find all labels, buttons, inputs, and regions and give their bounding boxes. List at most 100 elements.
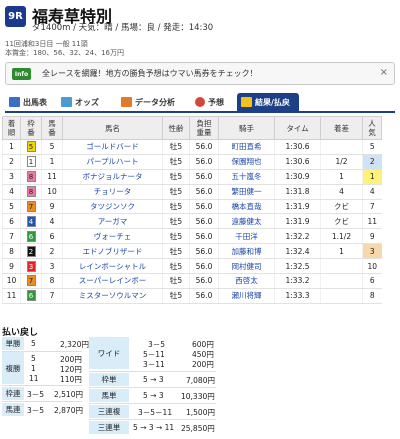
entry-list-icon xyxy=(9,97,20,107)
table-row: 3 8 11 ボナジョルナータ 牡5 56.0 五十嵐冬 1:30.9 1 1 xyxy=(2,169,382,185)
cell-name[interactable]: エドノブリザード xyxy=(62,243,163,260)
wide-amount-3: 200円 xyxy=(192,360,214,369)
cell-time: 1:32.2 xyxy=(274,228,321,245)
table-row: 9 3 3 レインボーシャトル 牡5 56.0 岡村健司 1:32.5 10 xyxy=(2,258,382,275)
cell-jockey[interactable]: 保園翔也 xyxy=(218,154,275,170)
cell-name[interactable]: チョリータ xyxy=(62,184,163,200)
cell-jockey[interactable]: 橋本直哉 xyxy=(218,199,275,215)
cell-sexage: 牡5 xyxy=(162,228,190,245)
tab-result[interactable]: 結果/払戻 xyxy=(237,93,299,111)
cell-name[interactable]: ヴォーチェ xyxy=(62,228,163,245)
umaren-amount: 2,870円 xyxy=(54,406,83,415)
cell-time: 1:30.6 xyxy=(274,154,321,170)
tansho-label: 単勝 xyxy=(2,337,24,351)
cell-waku: 7 xyxy=(20,273,42,289)
wakuren-label: 枠連 xyxy=(2,387,24,401)
cell-time: 1:32.4 xyxy=(274,243,321,260)
tab-bar: 出馬表 オッズ データ分析 予想 結果/払戻 xyxy=(5,93,395,111)
close-icon[interactable]: × xyxy=(380,67,388,78)
cell-name[interactable]: アーガマ xyxy=(62,213,163,230)
cell-num: 3 xyxy=(41,258,63,275)
cell-num: 10 xyxy=(41,184,63,200)
sanrenpuku-amount: 1,500円 xyxy=(186,408,215,417)
header-weight: 負担 重量 xyxy=(189,116,219,140)
cell-sexage: 牡5 xyxy=(162,288,190,304)
race-prize: 本賞金：180、56、32、24、16万円 xyxy=(5,49,124,57)
header-time: タイム xyxy=(274,116,321,140)
cell-pop: 11 xyxy=(362,213,382,230)
cell-name[interactable]: スーパーレインボー xyxy=(62,273,163,289)
cell-name[interactable]: ミスターソウルマン xyxy=(62,288,163,304)
cell-name[interactable]: タツジンソク xyxy=(62,199,163,215)
cell-name[interactable]: パープルハート xyxy=(62,154,163,170)
cell-time: 1:31.9 xyxy=(274,199,321,215)
sanrentan-amount: 25,850円 xyxy=(181,424,215,433)
cell-jockey[interactable]: 千田洋 xyxy=(218,228,275,245)
tab-shutuba-label: 出馬表 xyxy=(23,97,47,107)
cell-rank: 2 xyxy=(2,154,21,170)
fukusho-combo-1: 5 xyxy=(31,354,36,363)
cell-sexage: 牡5 xyxy=(162,273,190,289)
info-tag: Info xyxy=(12,68,31,80)
divider xyxy=(89,387,216,388)
umatan-label: 馬単 xyxy=(89,389,129,403)
cell-margin xyxy=(320,139,363,155)
cell-sexage: 牡5 xyxy=(162,213,190,230)
cell-rank: 4 xyxy=(2,184,21,200)
cell-jockey[interactable]: 遠藤健太 xyxy=(218,213,275,230)
cell-margin: 1 xyxy=(320,169,363,185)
umaren-combo: 3－5 xyxy=(27,406,45,415)
cell-pop: 2 xyxy=(362,154,382,170)
cell-waku: 7 xyxy=(20,199,42,215)
table-header-row: 着 順 枠 番 馬 番 馬名 性齢 負担 重量 騎手 タイム 着差 人 気 xyxy=(2,116,382,140)
cell-time: 1:31.9 xyxy=(274,213,321,230)
cell-rank: 10 xyxy=(2,273,21,289)
divider xyxy=(89,403,216,404)
info-banner-text[interactable]: 全レースを網羅！地方の勝負予想はウマい馬券をチェック！ xyxy=(42,68,258,79)
cell-sexage: 牡5 xyxy=(162,199,190,215)
table-row: 4 8 10 チョリータ 牡5 56.0 繁田健一 1:31.8 4 4 xyxy=(2,184,382,200)
cell-num: 1 xyxy=(41,154,63,170)
tab-odds-label: オッズ xyxy=(75,97,99,107)
cell-weight: 56.0 xyxy=(189,288,219,304)
cell-num: 5 xyxy=(41,139,63,155)
tab-shutuba[interactable]: 出馬表 xyxy=(9,93,47,111)
cell-weight: 56.0 xyxy=(189,139,219,155)
cell-jockey[interactable]: 五十嵐冬 xyxy=(218,169,275,185)
tab-underline xyxy=(5,111,395,113)
tab-yoso[interactable]: 予想 xyxy=(195,93,224,111)
cell-time: 1:33.3 xyxy=(274,288,321,304)
divider xyxy=(89,419,216,420)
table-row: 8 2 2 エドノブリザード 牡5 56.0 加藤和博 1:32.4 1 3 xyxy=(2,243,382,260)
cell-jockey[interactable]: 繁田健一 xyxy=(218,184,275,200)
info-banner[interactable]: Info 全レースを網羅！地方の勝負予想はウマい馬券をチェック！ × xyxy=(5,62,395,85)
waku-badge: 3 xyxy=(26,260,36,272)
cell-jockey[interactable]: 瀬川将輝 xyxy=(218,288,275,304)
cell-waku: 8 xyxy=(20,184,42,200)
wide-label: ワイド xyxy=(89,337,129,370)
cell-name[interactable]: ゴールドバード xyxy=(62,139,163,155)
cell-weight: 56.0 xyxy=(189,169,219,185)
header-jockey: 騎手 xyxy=(218,116,275,140)
cell-jockey[interactable]: 岡村健司 xyxy=(218,258,275,275)
cell-margin: クビ xyxy=(320,213,363,230)
header-pop: 人 気 xyxy=(362,116,382,140)
cell-rank: 6 xyxy=(2,213,21,230)
divider xyxy=(2,385,82,386)
cell-weight: 56.0 xyxy=(189,213,219,230)
waku-badge: 7 xyxy=(26,201,36,212)
cell-jockey[interactable]: 町田直希 xyxy=(218,139,275,155)
cell-name[interactable]: レインボーシャトル xyxy=(62,258,163,275)
tab-data[interactable]: データ分析 xyxy=(121,93,175,111)
header-sexage: 性齢 xyxy=(162,116,190,140)
tab-odds[interactable]: オッズ xyxy=(61,93,99,111)
tansho-combo: 5 xyxy=(31,339,36,348)
cell-jockey[interactable]: 加藤和博 xyxy=(218,243,275,260)
cell-jockey[interactable]: 西啓太 xyxy=(218,273,275,289)
cell-pop: 5 xyxy=(362,139,382,155)
tab-yoso-label: 予想 xyxy=(208,97,224,107)
cell-sexage: 牡5 xyxy=(162,169,190,185)
cell-name[interactable]: ボナジョルナータ xyxy=(62,169,163,185)
cell-sexage: 牡5 xyxy=(162,243,190,260)
waku-badge: 2 xyxy=(26,245,36,257)
